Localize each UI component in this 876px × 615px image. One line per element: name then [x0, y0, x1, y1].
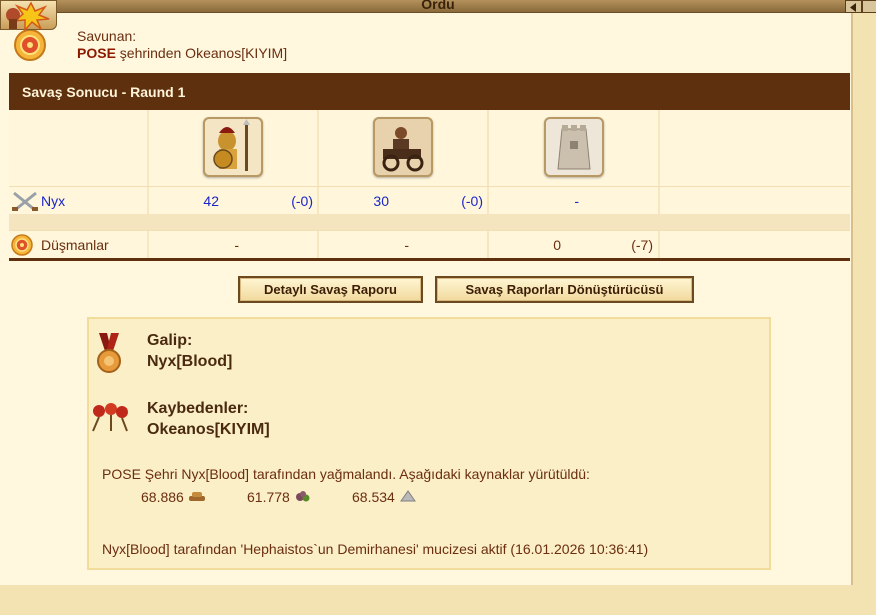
battle-icon[interactable] — [0, 0, 57, 32]
attacker-unit2-loss: (-0) — [461, 193, 483, 209]
crossed-swords-icon — [12, 191, 38, 212]
resource-silver: 68.534 — [352, 489, 417, 505]
losers-icon — [92, 403, 128, 432]
enemy-row: Düşmanlar - - 0 (-7) — [9, 230, 850, 259]
bottom-area — [0, 585, 876, 615]
silver-icon — [399, 490, 416, 502]
enemy-unit2-count: - — [404, 237, 409, 253]
winner-label: Galip: — [147, 332, 193, 349]
miracle-text: Nyx[Blood] tarafından 'Hephaistos`un Dem… — [102, 541, 649, 557]
battle-summary-box: Galip: Nyx[Blood] Kaybedenler: Okeanos[K… — [87, 317, 771, 570]
defender-shield-icon — [13, 29, 47, 61]
units-row — [9, 110, 850, 186]
attacker-unit3-count: - — [574, 193, 579, 209]
losers-name[interactable]: Okeanos[KIYIM] — [147, 421, 270, 439]
enemy-label: Düşmanlar — [41, 237, 109, 253]
resource-wood-amount: 68.886 — [141, 489, 184, 505]
defender-label: Savunan: — [77, 28, 137, 44]
result-header: Savaş Sonucu - Raund 1 — [9, 73, 850, 110]
chariot-unit-icon[interactable] — [373, 117, 433, 177]
detailed-report-button[interactable]: Detaylı Savaş Raporu — [238, 276, 423, 303]
hoplite-unit-icon[interactable] — [203, 117, 263, 177]
defender-city-link[interactable]: POSE — [77, 45, 116, 61]
scrollbar[interactable] — [862, 13, 876, 585]
winner-name[interactable]: Nyx[Blood] — [147, 353, 232, 371]
resource-silver-amount: 68.534 — [352, 489, 395, 505]
resource-stone-amount: 61.778 — [247, 489, 290, 505]
back-button[interactable] — [845, 0, 862, 13]
stone-icon — [295, 491, 310, 502]
attacker-unit2-count: 30 — [373, 193, 389, 209]
attacker-unit1-count: 42 — [203, 193, 219, 209]
enemy-shield-icon — [11, 234, 33, 256]
battle-result-table: Nyx 42 (-0) 30 (-0) - Düşmanlar - - 0 (-… — [9, 110, 850, 259]
winner-medal-icon — [97, 333, 121, 373]
resource-stone: 61.778 — [247, 489, 312, 505]
plunder-text: POSE Şehri Nyx[Blood] tarafından yağmala… — [102, 466, 590, 482]
attacker-player-link[interactable]: Nyx — [41, 193, 65, 209]
defender-origin: şehrinden Okeanos[KIYIM] — [115, 45, 288, 61]
resource-wood: 68.886 — [141, 489, 206, 505]
defender-line: POSE şehrinden Okeanos[KIYIM] — [77, 45, 287, 61]
attacker-unit1-loss: (-0) — [291, 193, 313, 209]
enemy-wall-count: 0 — [553, 237, 561, 253]
enemy-wall-loss: (-7) — [631, 237, 653, 253]
city-wall-icon[interactable] — [544, 117, 604, 177]
close-button[interactable] — [862, 0, 876, 13]
report-converter-button[interactable]: Savaş Raporları Dönüştürücüsü — [435, 276, 694, 303]
window-titlebar: Ordu — [0, 0, 876, 13]
window-title: Ordu — [421, 0, 455, 12]
wood-icon — [188, 492, 205, 501]
table-divider — [9, 258, 850, 261]
attacker-row: Nyx 42 (-0) 30 (-0) - — [9, 186, 850, 215]
row-spacer — [9, 214, 850, 230]
enemy-unit1-count: - — [234, 237, 239, 253]
losers-label: Kaybedenler: — [147, 400, 249, 417]
